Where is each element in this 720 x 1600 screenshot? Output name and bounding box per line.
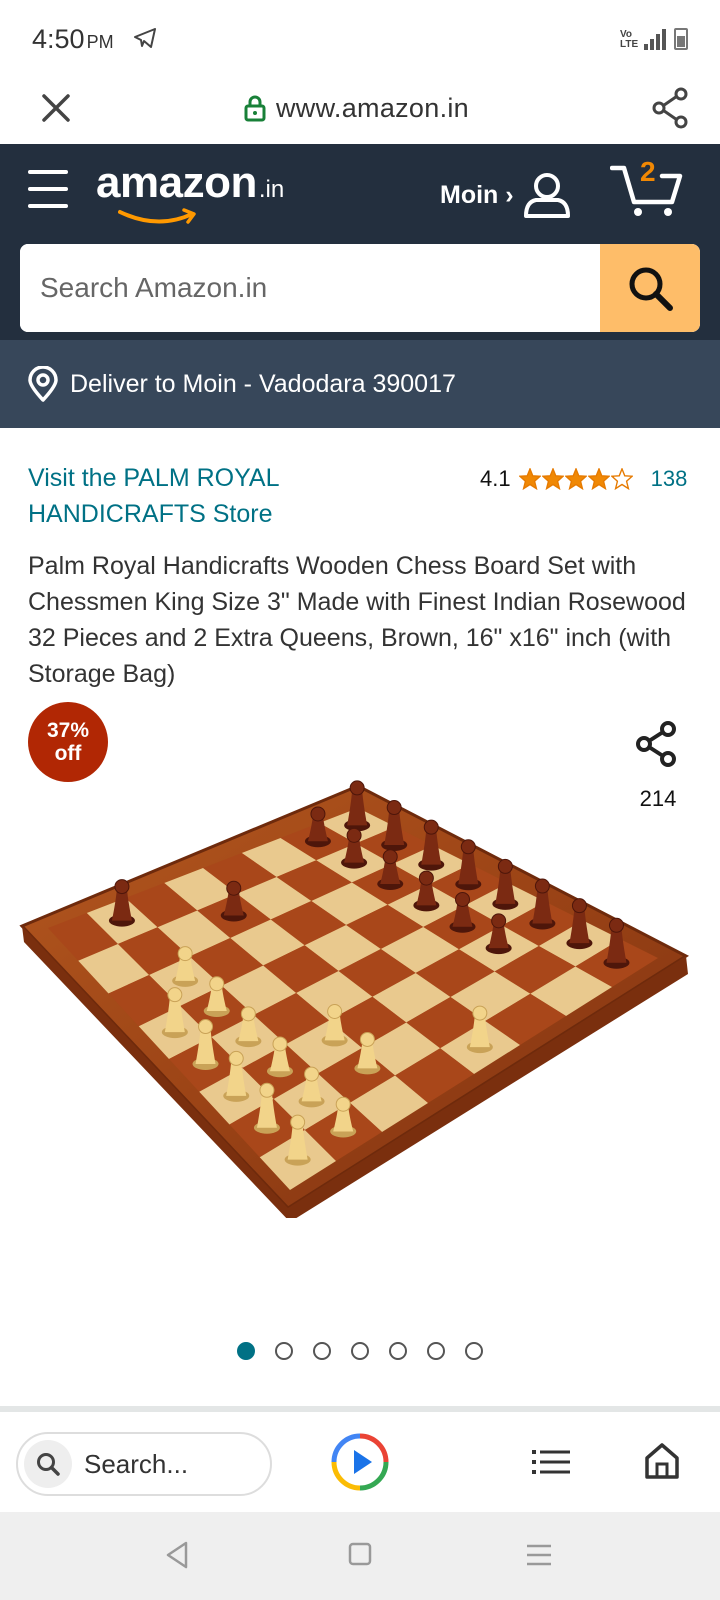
nav-back-button[interactable] — [164, 1540, 190, 1575]
carousel-dot[interactable] — [427, 1342, 445, 1360]
carousel-dot[interactable] — [313, 1342, 331, 1360]
star-icon — [610, 468, 633, 490]
status-bar: 4:50 PM Vo LTE — [0, 0, 720, 76]
address-bar[interactable]: www.amazon.in — [244, 88, 469, 128]
play-button[interactable] — [330, 1432, 390, 1497]
share-icon — [652, 87, 688, 129]
status-time: 4:50 PM — [32, 24, 114, 55]
product-rating[interactable]: 4.1 138 — [480, 466, 687, 492]
play-icon — [331, 1433, 389, 1491]
amazon-search-button[interactable] — [600, 244, 700, 332]
tabs-list-button[interactable] — [532, 1448, 570, 1481]
discount-percent: 37% — [46, 719, 90, 742]
star-icon — [587, 468, 610, 490]
amazon-search-input[interactable] — [20, 244, 600, 332]
account-name: Moin › — [440, 180, 514, 209]
share-page-button[interactable] — [650, 86, 690, 135]
browser-search-text: Search... — [84, 1448, 189, 1479]
url-text: www.amazon.in — [276, 92, 469, 123]
list-icon — [532, 1450, 570, 1474]
star-icon — [541, 468, 564, 490]
amazon-header: amazon.in Moin › 2 — [0, 144, 720, 340]
logo-smile-icon — [118, 208, 196, 224]
battery-icon — [674, 28, 688, 50]
share-product-button[interactable] — [634, 720, 678, 773]
back-icon — [166, 1541, 188, 1569]
telegram-icon — [134, 28, 156, 48]
browser-home-button[interactable] — [644, 1442, 680, 1485]
logo-text: amazon — [96, 158, 257, 207]
close-tab-button[interactable] — [36, 88, 76, 128]
rating-value: 4.1 — [480, 466, 511, 491]
bottom-toolbar: Search... — [0, 1412, 720, 1512]
browser-bar: www.amazon.in — [0, 76, 720, 144]
close-icon — [42, 94, 70, 122]
home-icon — [645, 1443, 679, 1479]
logo-tld: .in — [258, 176, 285, 203]
product-title: Palm Royal Handicrafts Wooden Chess Boar… — [28, 552, 686, 688]
square-icon — [348, 1542, 372, 1566]
deliver-to-bar[interactable]: Deliver to Moin - Vadodara 390017 — [0, 340, 720, 428]
rating-count[interactable]: 138 — [651, 466, 688, 492]
cart-button[interactable]: 2 — [610, 156, 686, 218]
user-icon — [523, 173, 570, 218]
nav-recents-button[interactable] — [526, 1544, 552, 1571]
rating-stars — [518, 468, 633, 490]
carousel-dot[interactable] — [465, 1342, 483, 1360]
cart-count: 2 — [640, 156, 656, 187]
carousel-dot[interactable] — [389, 1342, 407, 1360]
status-indicators: Vo LTE — [620, 28, 688, 50]
star-icon — [564, 468, 587, 490]
nav-home-button[interactable] — [348, 1542, 372, 1571]
search-icon — [629, 267, 673, 311]
visit-store-link[interactable]: Visit the PALM ROYAL HANDICRAFTS Store — [28, 460, 408, 532]
account-button[interactable]: Moin › — [440, 170, 572, 220]
system-nav-bar — [0, 1512, 720, 1600]
carousel-dot[interactable] — [275, 1342, 293, 1360]
search-icon — [24, 1440, 72, 1488]
status-time-value: 4:50 — [32, 24, 85, 54]
share-icon — [636, 721, 676, 767]
amazon-search-box — [20, 244, 700, 332]
amazon-logo[interactable]: amazon.in — [96, 158, 285, 224]
signal-icon — [644, 28, 666, 50]
image-carousel-dots — [0, 1342, 720, 1360]
deliver-to-text: Deliver to Moin - Vadodara 390017 — [70, 369, 456, 398]
lock-icon — [244, 95, 266, 122]
carousel-dot[interactable] — [351, 1342, 369, 1360]
discount-badge: 37% off — [28, 702, 108, 782]
status-ampm: PM — [86, 32, 114, 52]
star-icon — [518, 468, 541, 490]
menu-icon — [527, 1544, 551, 1566]
browser-search-box[interactable]: Search... — [16, 1432, 272, 1496]
product-image[interactable] — [18, 778, 702, 1218]
carousel-dot[interactable] — [237, 1342, 255, 1360]
discount-off-label: off — [54, 742, 82, 765]
volte-indicator: Vo LTE — [620, 29, 639, 50]
location-pin-icon — [28, 366, 58, 402]
menu-button[interactable] — [28, 170, 68, 208]
